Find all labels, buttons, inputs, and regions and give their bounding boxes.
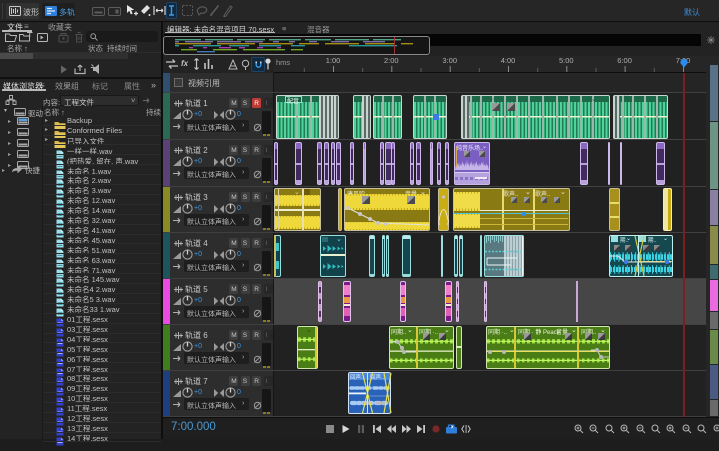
svg-text:6:00: 6:00 [617, 56, 632, 65]
svg-text:1:00: 1:00 [326, 56, 341, 65]
svg-text:2:00: 2:00 [384, 56, 399, 65]
svg-text:3:00: 3:00 [442, 56, 457, 65]
svg-text:5:00: 5:00 [559, 56, 574, 65]
svg-text:4:00: 4:00 [501, 56, 516, 65]
